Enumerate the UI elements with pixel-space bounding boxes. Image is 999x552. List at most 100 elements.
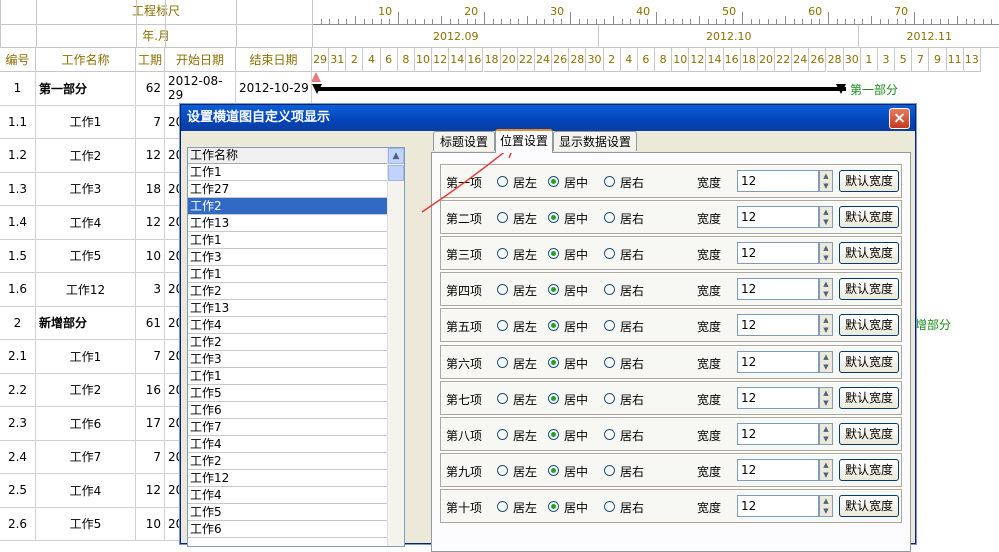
align-right-radio[interactable] (604, 176, 615, 187)
width-spinner[interactable]: ▲ ▼ (819, 242, 833, 265)
list-item[interactable]: 工作3 (188, 351, 388, 368)
spin-down-icon[interactable]: ▼ (820, 253, 832, 263)
width-spinner[interactable]: ▲ ▼ (819, 386, 833, 409)
align-right-radio[interactable] (604, 248, 615, 260)
align-right-radio[interactable] (604, 428, 615, 440)
spin-up-icon[interactable]: ▲ (820, 207, 832, 217)
tab-title-settings[interactable]: 标题设置 (433, 131, 495, 151)
align-left-radio[interactable] (497, 428, 508, 440)
align-left-radio[interactable] (497, 500, 508, 512)
width-spinner[interactable]: ▲ ▼ (819, 206, 833, 229)
spin-up-icon[interactable]: ▲ (820, 352, 832, 362)
align-center-radio[interactable] (548, 248, 559, 260)
list-item[interactable]: 工作1 (188, 232, 388, 249)
spin-down-icon[interactable]: ▼ (820, 325, 832, 335)
list-item[interactable]: 工作27 (188, 181, 388, 198)
width-input[interactable]: 12 (737, 314, 819, 337)
spin-up-icon[interactable]: ▲ (820, 424, 832, 434)
align-right-radio[interactable] (604, 464, 615, 476)
spin-down-icon[interactable]: ▼ (820, 398, 832, 408)
default-width-button[interactable]: 默认宽度 (839, 422, 899, 445)
list-item[interactable]: 工作2 (188, 198, 388, 215)
width-spinner[interactable]: ▲ ▼ (819, 170, 833, 192)
spin-down-icon[interactable]: ▼ (820, 470, 832, 480)
width-input[interactable]: 12 (737, 386, 819, 409)
list-item[interactable]: 工作13 (188, 215, 388, 232)
width-input[interactable]: 12 (737, 458, 819, 481)
default-width-button[interactable]: 默认宽度 (839, 494, 899, 517)
align-right-radio[interactable] (604, 500, 615, 512)
align-left-radio[interactable] (497, 176, 508, 187)
width-input[interactable]: 12 (737, 350, 819, 373)
spin-up-icon[interactable]: ▲ (820, 243, 832, 253)
align-right-radio[interactable] (604, 392, 615, 404)
align-center-radio[interactable] (548, 428, 559, 440)
list-item[interactable]: 工作4 (188, 317, 388, 334)
align-left-radio[interactable] (497, 248, 508, 260)
align-center-radio[interactable] (548, 500, 559, 512)
spin-up-icon[interactable]: ▲ (820, 171, 832, 181)
work-name-list[interactable]: 工作名称 工作1 工作27 工作2 工作13 工作1 工作3 工作1 工作2 工作13 工作4 工作… (187, 147, 405, 547)
default-width-button[interactable]: 默认宽度 (839, 458, 899, 481)
list-item[interactable]: 工作1 (188, 368, 388, 385)
align-right-radio[interactable] (604, 320, 615, 332)
scroll-up-icon[interactable]: ▲ (388, 148, 404, 164)
list-item[interactable]: 工作1 (188, 266, 388, 283)
align-center-radio[interactable] (548, 356, 559, 368)
default-width-button[interactable]: 默认宽度 (839, 242, 899, 265)
align-left-radio[interactable] (497, 284, 508, 296)
list-item[interactable]: 工作6 (188, 402, 388, 419)
align-center-radio[interactable] (548, 284, 559, 296)
width-spinner[interactable]: ▲ ▼ (819, 350, 833, 373)
align-right-radio[interactable] (604, 356, 615, 368)
align-left-radio[interactable] (497, 320, 508, 332)
list-item[interactable]: 工作6 (188, 521, 388, 538)
width-input[interactable]: 12 (737, 206, 819, 229)
align-center-radio[interactable] (548, 320, 559, 332)
spin-up-icon[interactable]: ▲ (820, 279, 832, 289)
list-item[interactable]: 工作12 (188, 470, 388, 487)
width-spinner[interactable]: ▲ ▼ (819, 494, 833, 517)
scroll-thumb[interactable] (388, 165, 404, 181)
list-item[interactable]: 工作2 (188, 453, 388, 470)
spin-up-icon[interactable]: ▲ (820, 460, 832, 470)
default-width-button[interactable]: 默认宽度 (839, 278, 899, 301)
default-width-button[interactable]: 默认宽度 (839, 386, 899, 409)
align-left-radio[interactable] (497, 464, 508, 476)
list-item[interactable]: 工作3 (188, 249, 388, 266)
list-item[interactable]: 工作2 (188, 334, 388, 351)
default-width-button[interactable]: 默认宽度 (839, 314, 899, 337)
width-spinner[interactable]: ▲ ▼ (819, 314, 833, 337)
align-left-radio[interactable] (497, 356, 508, 368)
align-center-radio[interactable] (548, 176, 559, 187)
list-item[interactable]: 工作7 (188, 419, 388, 436)
align-center-radio[interactable] (548, 392, 559, 404)
list-item[interactable]: 工作4 (188, 436, 388, 453)
spin-down-icon[interactable]: ▼ (820, 434, 832, 444)
width-input[interactable]: 12 (737, 242, 819, 265)
width-input[interactable]: 12 (737, 422, 819, 445)
spin-up-icon[interactable]: ▲ (820, 496, 832, 506)
spin-down-icon[interactable]: ▼ (820, 362, 832, 372)
default-width-button[interactable]: 默认宽度 (839, 350, 899, 373)
width-input[interactable]: 12 (737, 494, 819, 517)
spin-up-icon[interactable]: ▲ (820, 388, 832, 398)
list-scrollbar[interactable]: ▲ (387, 148, 404, 546)
width-input[interactable]: 12 (737, 170, 819, 192)
tab-display-data-settings[interactable]: 显示数据设置 (553, 131, 637, 151)
table-row[interactable]: 1 第一部分 62 2012-08-29 2012-10-29 (0, 72, 312, 106)
spin-down-icon[interactable]: ▼ (820, 506, 832, 516)
close-button[interactable]: × (889, 108, 910, 129)
align-left-radio[interactable] (497, 212, 508, 224)
list-item[interactable]: 工作1 (188, 164, 388, 181)
width-spinner[interactable]: ▲ ▼ (819, 278, 833, 301)
align-right-radio[interactable] (604, 284, 615, 296)
list-item[interactable]: 工作5 (188, 385, 388, 402)
list-item[interactable]: 工作13 (188, 300, 388, 317)
list-item[interactable]: 工作4 (188, 487, 388, 504)
list-item[interactable]: 工作2 (188, 283, 388, 300)
align-right-radio[interactable] (604, 212, 615, 224)
spin-up-icon[interactable]: ▲ (820, 315, 832, 325)
spin-down-icon[interactable]: ▼ (820, 181, 832, 191)
align-left-radio[interactable] (497, 392, 508, 404)
